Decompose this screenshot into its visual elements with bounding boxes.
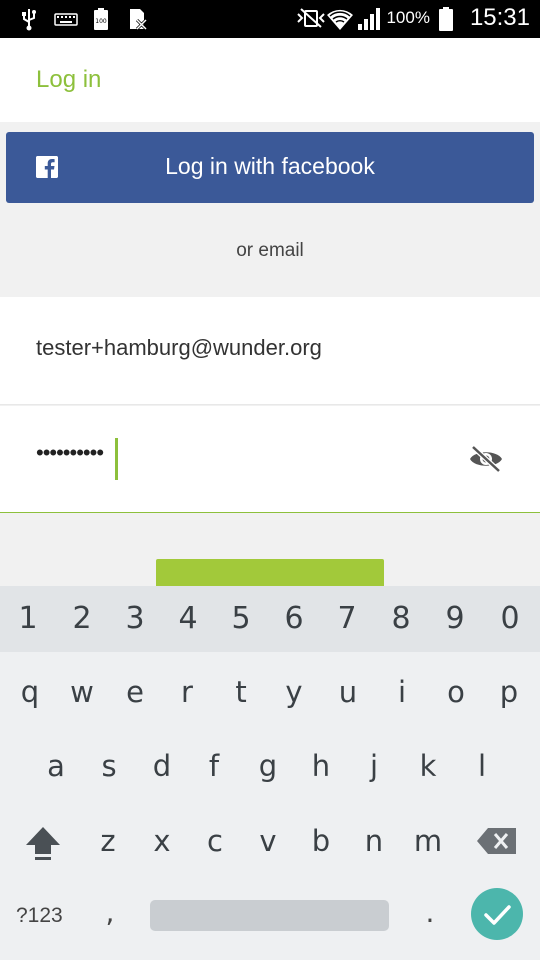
login-submit-button[interactable] — [156, 559, 384, 587]
key-7[interactable]: 7 — [321, 601, 373, 636]
password-field[interactable]: •••••••••• — [0, 406, 540, 513]
done-key[interactable] — [471, 888, 523, 940]
key-r[interactable]: r — [161, 675, 213, 709]
keyboard-icon — [54, 7, 78, 31]
key-h[interactable]: h — [295, 749, 347, 783]
key-l[interactable]: l — [456, 749, 508, 783]
key-5[interactable]: 5 — [215, 601, 267, 636]
facebook-button-label: Log in with facebook — [165, 153, 375, 179]
page-title: Log in — [36, 66, 102, 93]
key-j[interactable]: j — [348, 749, 400, 783]
key-9[interactable]: 9 — [429, 601, 481, 636]
signal-icon — [356, 6, 381, 30]
key-6[interactable]: 6 — [268, 601, 320, 636]
key-d[interactable]: d — [136, 749, 188, 783]
clock: 15:31 — [469, 4, 530, 31]
key-period[interactable]: . — [420, 896, 440, 929]
key-2[interactable]: 2 — [56, 601, 108, 636]
key-comma[interactable]: , — [100, 896, 120, 929]
key-m[interactable]: m — [402, 824, 454, 858]
symbols-key[interactable]: ?123 — [16, 904, 63, 928]
key-f[interactable]: f — [188, 749, 240, 783]
app-header: Log in — [0, 38, 540, 122]
key-k[interactable]: k — [402, 749, 454, 783]
text-cursor — [115, 438, 118, 480]
key-z[interactable]: z — [82, 824, 134, 858]
key-e[interactable]: e — [109, 675, 161, 709]
facebook-login-button[interactable]: Log in with facebook — [6, 132, 534, 203]
wifi-icon — [326, 6, 354, 30]
key-8[interactable]: 8 — [375, 601, 427, 636]
key-t[interactable]: t — [215, 675, 267, 709]
key-b[interactable]: b — [295, 824, 347, 858]
key-c[interactable]: c — [189, 824, 241, 858]
space-bar[interactable] — [150, 900, 389, 931]
sim-off-icon — [126, 7, 148, 31]
status-bar: 100 100% 15:31 — [0, 0, 540, 38]
key-x[interactable]: x — [136, 824, 188, 858]
svg-text:100: 100 — [95, 18, 107, 25]
battery-icon — [438, 6, 460, 31]
key-0[interactable]: 0 — [484, 601, 536, 636]
key-w[interactable]: w — [56, 675, 108, 709]
key-q[interactable]: q — [4, 675, 56, 709]
key-1[interactable]: 1 — [2, 601, 54, 636]
key-4[interactable]: 4 — [162, 601, 214, 636]
key-u[interactable]: u — [322, 675, 374, 709]
battery-percent: 100% — [386, 8, 430, 27]
usb-icon — [18, 7, 40, 31]
keyboard-number-row: 1 2 3 4 5 6 7 8 9 0 — [0, 586, 540, 652]
key-i[interactable]: i — [376, 675, 428, 709]
key-y[interactable]: y — [268, 675, 320, 709]
shift-icon[interactable] — [22, 824, 64, 862]
key-v[interactable]: v — [242, 824, 294, 858]
battery-100-icon: 100 — [90, 7, 112, 31]
key-p[interactable]: p — [483, 675, 535, 709]
backspace-icon[interactable] — [476, 827, 518, 855]
key-3[interactable]: 3 — [109, 601, 161, 636]
vibrate-icon — [296, 6, 326, 30]
key-o[interactable]: o — [430, 675, 482, 709]
key-n[interactable]: n — [348, 824, 400, 858]
password-value: •••••••••• — [36, 440, 104, 465]
email-value: tester+hamburg@wunder.org — [36, 335, 322, 360]
soft-keyboard: 1 2 3 4 5 6 7 8 9 0 q w e r t y u i o p … — [0, 586, 540, 960]
key-a[interactable]: a — [30, 749, 82, 783]
or-email-divider: or email — [236, 240, 304, 261]
key-s[interactable]: s — [83, 749, 135, 783]
email-field[interactable]: tester+hamburg@wunder.org — [0, 297, 540, 405]
visibility-off-icon[interactable] — [468, 444, 504, 474]
key-g[interactable]: g — [242, 749, 294, 783]
